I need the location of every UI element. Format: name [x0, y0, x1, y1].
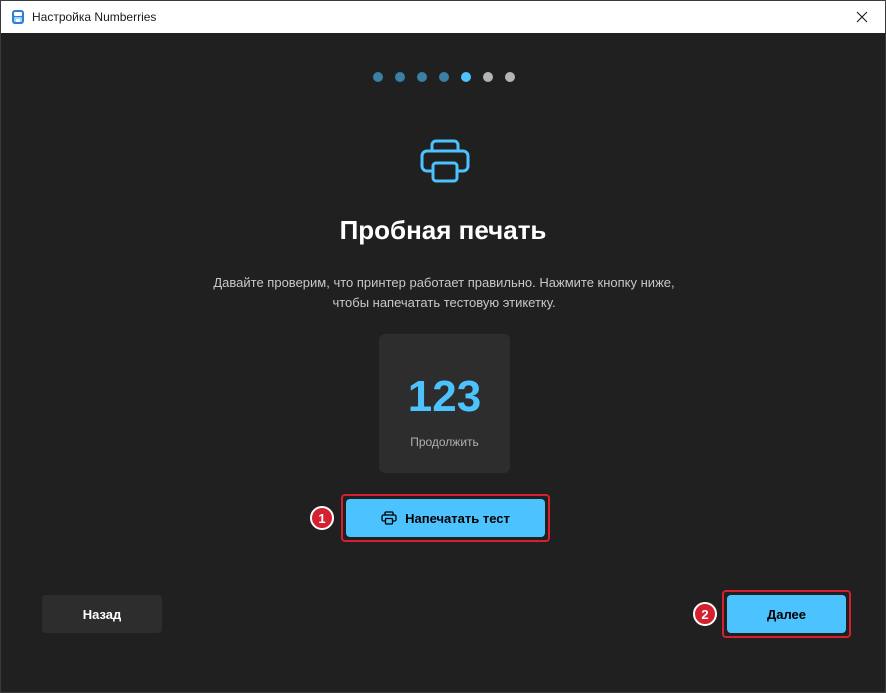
step-dot	[395, 72, 405, 82]
preview-number: 123	[407, 372, 482, 421]
next-button[interactable]: Далее	[727, 595, 846, 633]
step-indicator	[373, 72, 515, 82]
step-dot	[505, 72, 515, 82]
step-dot	[483, 72, 493, 82]
close-icon	[856, 11, 868, 23]
preview-label: Продолжить	[410, 435, 479, 449]
next-label: Далее	[766, 606, 807, 622]
label-preview-card: 123 Продолжить	[379, 334, 510, 473]
step-dot	[373, 72, 383, 82]
print-test-button[interactable]: Напечатать тест	[346, 499, 545, 537]
page-description: Давайте проверим, что принтер работает п…	[213, 275, 675, 310]
close-button[interactable]	[839, 1, 885, 33]
printer-icon	[419, 138, 471, 184]
setup-window: Настройка Numberries Пробная печать Дава…	[0, 0, 886, 693]
printer-app-icon	[10, 9, 26, 25]
annotation-badge-1: 1	[310, 506, 334, 530]
back-label: Назад	[82, 606, 122, 622]
back-button[interactable]: Назад	[42, 595, 162, 633]
step-dot	[439, 72, 449, 82]
step-dot	[417, 72, 427, 82]
step-dot	[461, 72, 471, 82]
title-bar: Настройка Numberries	[1, 1, 885, 33]
printer-icon	[381, 511, 397, 525]
annotation-badge-2: 2	[693, 602, 717, 626]
window-title: Настройка Numberries	[32, 10, 157, 24]
print-test-label: Напечатать тест	[405, 510, 510, 526]
page-title: Пробная печать	[339, 215, 547, 245]
